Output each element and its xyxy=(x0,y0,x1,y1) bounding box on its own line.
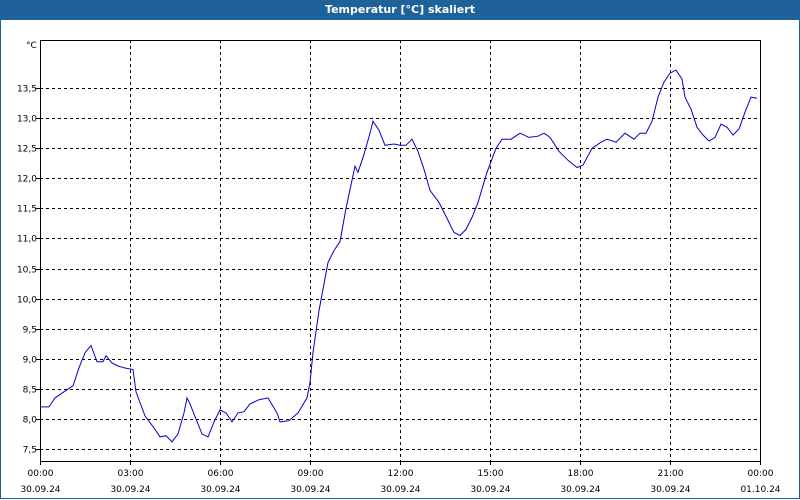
x-tick-date-label: 30.09.24 xyxy=(20,485,60,495)
x-tick-date-label: 30.09.24 xyxy=(200,485,240,495)
y-tick-label: 7,5 xyxy=(23,446,37,456)
x-tick-time-label: 21:00 xyxy=(658,469,684,479)
x-axis-ticks: 00:00 30.09.24 03:00 30.09.24 06:00 30.09.24 0… xyxy=(20,461,781,495)
x-tick-time-label: 03:00 xyxy=(118,469,144,479)
y-tick-label: 11,5 xyxy=(17,205,37,215)
y-tick-label: 13,0 xyxy=(17,115,37,125)
y-tick-label: 9,5 xyxy=(23,326,37,336)
y-axis-unit-label: °C xyxy=(26,41,37,51)
y-tick-label: 8,5 xyxy=(23,386,37,396)
y-tick-label: 12,0 xyxy=(17,175,37,185)
x-tick-date-label: 30.09.24 xyxy=(470,485,510,495)
x-tick-time-label: 09:00 xyxy=(298,469,324,479)
x-tick-date-label: 01.10.24 xyxy=(740,485,780,495)
y-tick-label: 8,0 xyxy=(23,416,38,426)
x-tick-time-label: 06:00 xyxy=(208,469,234,479)
x-tick-time-label: 00:00 xyxy=(748,469,774,479)
grid-lines xyxy=(40,40,760,461)
x-tick-time-label: 12:00 xyxy=(388,469,414,479)
x-tick-date-label: 30.09.24 xyxy=(110,485,150,495)
y-tick-label: 10,5 xyxy=(17,266,37,276)
x-tick-date-label: 30.09.24 xyxy=(560,485,600,495)
x-tick-date-label: 30.09.24 xyxy=(290,485,330,495)
y-tick-label: 11,0 xyxy=(17,235,37,245)
temperature-chart: 7,5 8,0 8,5 9,0 9,5 10,0 10,5 11,0 11,5 12,0 12,5 1… xyxy=(17,40,781,495)
y-tick-label: 12,5 xyxy=(17,145,37,155)
y-tick-label: 10,0 xyxy=(17,296,37,306)
x-tick-date-label: 30.09.24 xyxy=(380,485,420,495)
x-tick-time-label: 15:00 xyxy=(478,469,504,479)
y-tick-label: 13,5 xyxy=(17,85,37,95)
x-tick-time-label: 18:00 xyxy=(568,469,594,479)
y-axis-ticks: 7,5 8,0 8,5 9,0 9,5 10,0 10,5 11,0 11,5 12,0 12,5 1… xyxy=(17,85,40,456)
y-tick-label: 9,0 xyxy=(23,356,38,366)
temperature-series-line xyxy=(40,69,758,443)
x-tick-time-label: 00:00 xyxy=(28,469,54,479)
x-tick-date-label: 30.09.24 xyxy=(650,485,690,495)
